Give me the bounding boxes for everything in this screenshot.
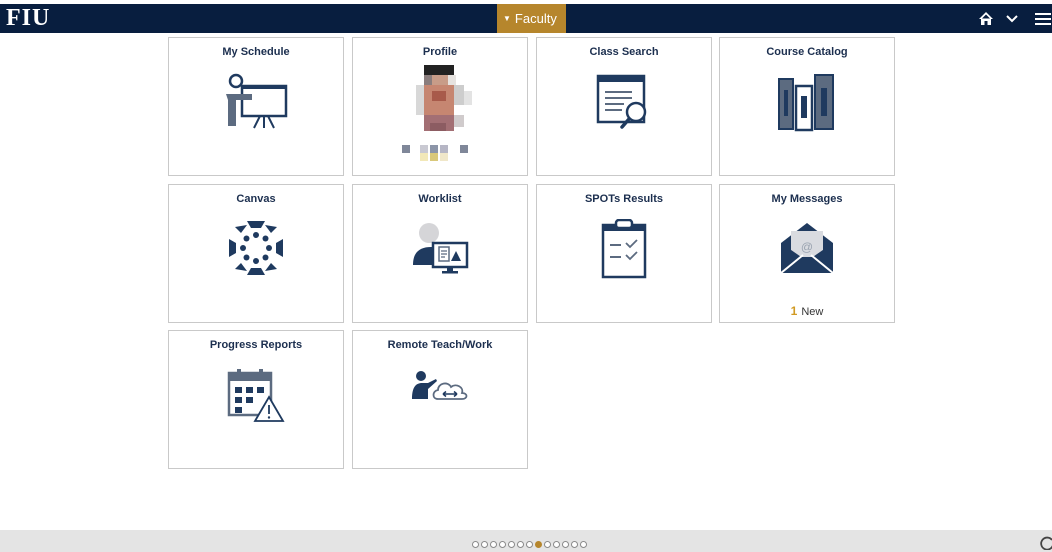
page-indicator xyxy=(472,541,587,548)
app-header: FIU ▼ Faculty xyxy=(0,4,1052,33)
tile-worklist[interactable]: Worklist xyxy=(352,184,528,323)
tile-title: Class Search xyxy=(589,46,659,58)
document-search-icon xyxy=(596,74,647,129)
page-dot-6[interactable] xyxy=(517,541,524,548)
tile-canvas[interactable]: Canvas xyxy=(168,184,344,323)
svg-text:@: @ xyxy=(801,240,813,254)
books-icon xyxy=(778,74,834,132)
fiu-logo[interactable]: FIU xyxy=(6,5,50,32)
badge-count: 1 xyxy=(790,304,798,318)
tile-title: My Messages xyxy=(771,193,843,205)
tile-title: Canvas xyxy=(236,193,276,205)
canvas-logo-icon xyxy=(229,221,283,275)
page-dot-1[interactable] xyxy=(472,541,479,548)
tile-title: My Schedule xyxy=(222,46,290,58)
hamburger-menu-icon[interactable] xyxy=(1034,4,1052,33)
badge-label: New xyxy=(801,306,824,318)
page-dot-5[interactable] xyxy=(508,541,515,548)
page-dot-12[interactable] xyxy=(571,541,578,548)
profile-photo xyxy=(402,65,472,161)
tile-title: Course Catalog xyxy=(766,46,848,58)
tile-remote-teach-work[interactable]: Remote Teach/Work xyxy=(352,330,528,469)
presentation-board-icon xyxy=(226,73,288,129)
faculty-nav-dropdown[interactable]: ▼ Faculty xyxy=(497,4,566,33)
teacher-cloud-icon xyxy=(412,371,468,400)
page-dot-8[interactable] xyxy=(535,541,542,548)
page-dot-13[interactable] xyxy=(580,541,587,548)
refresh-icon[interactable] xyxy=(1040,536,1052,550)
tile-my-schedule[interactable]: My Schedule xyxy=(168,37,344,176)
chevron-down-icon[interactable] xyxy=(1004,4,1020,33)
faculty-nav-label: Faculty xyxy=(514,11,557,26)
page-dot-11[interactable] xyxy=(562,541,569,548)
calendar-warning-icon xyxy=(227,369,285,422)
tile-course-catalog[interactable]: Course Catalog xyxy=(719,37,895,176)
tile-progress-reports[interactable]: Progress Reports xyxy=(168,330,344,469)
tile-profile[interactable]: Profile xyxy=(352,37,528,176)
page-dot-3[interactable] xyxy=(490,541,497,548)
new-messages-badge: 1 New xyxy=(720,304,894,318)
tile-title: Profile xyxy=(422,46,458,58)
clipboard-checklist-icon xyxy=(601,219,647,279)
tile-my-messages[interactable]: My Messages @ 1 New xyxy=(719,184,895,323)
page-dot-10[interactable] xyxy=(553,541,560,548)
tile-title: SPOTs Results xyxy=(584,193,664,205)
envelope-icon: @ xyxy=(780,223,834,274)
page-dot-7[interactable] xyxy=(526,541,533,548)
tile-title: Remote Teach/Work xyxy=(387,339,493,351)
tile-class-search[interactable]: Class Search xyxy=(536,37,712,176)
home-icon[interactable] xyxy=(977,4,995,33)
footer-bar xyxy=(0,530,1052,552)
tile-title: Worklist xyxy=(418,193,462,205)
person-monitor-icon xyxy=(413,223,469,274)
caret-down-icon: ▼ xyxy=(503,14,511,23)
page-dot-2[interactable] xyxy=(481,541,488,548)
tile-title: Progress Reports xyxy=(209,339,303,351)
page-dot-9[interactable] xyxy=(544,541,551,548)
page-dot-4[interactable] xyxy=(499,541,506,548)
tile-spots-results[interactable]: SPOTs Results xyxy=(536,184,712,323)
